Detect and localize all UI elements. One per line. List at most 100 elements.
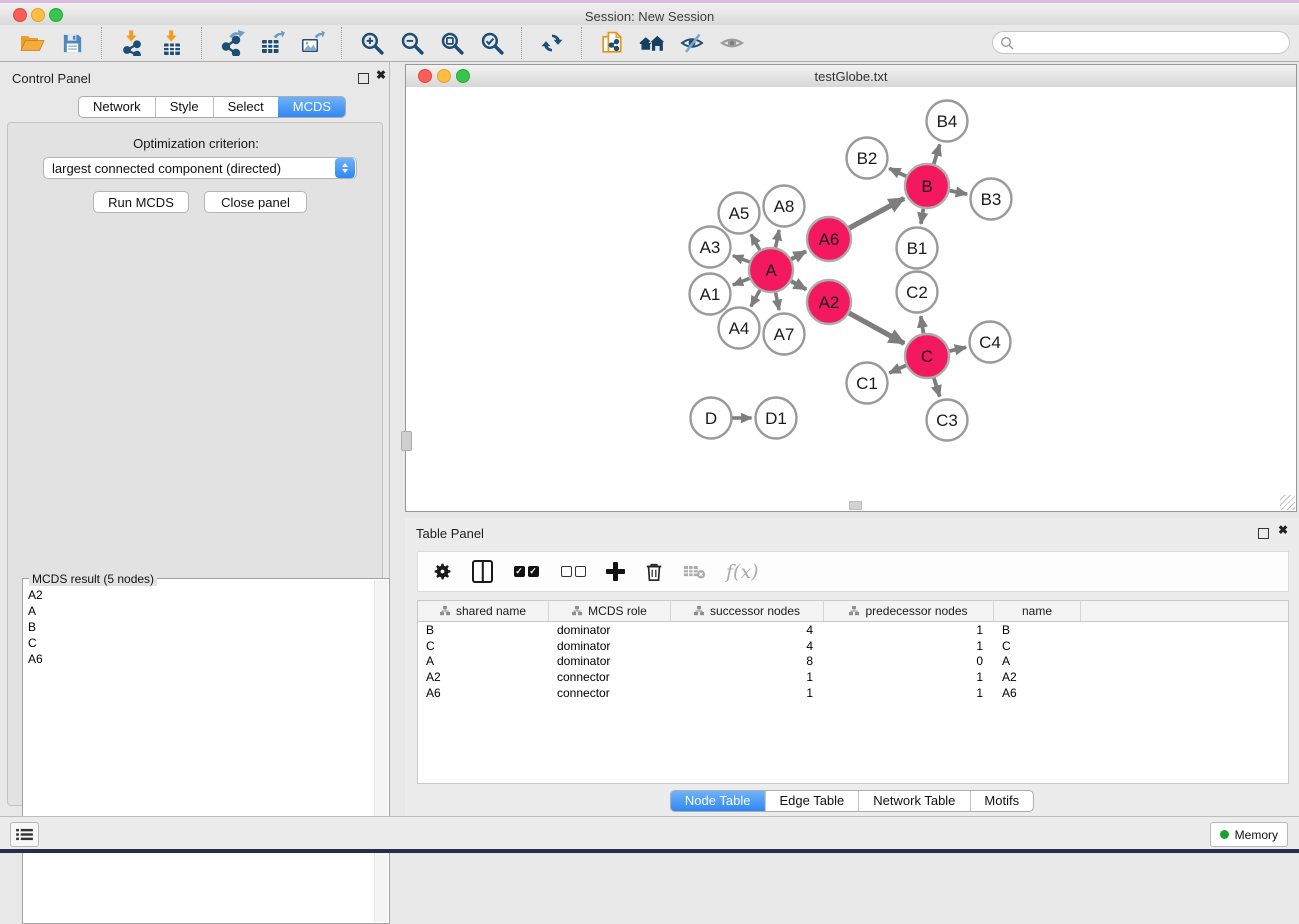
export-network-icon[interactable] <box>215 28 249 58</box>
home-icon[interactable] <box>635 28 669 58</box>
table-row[interactable]: Bdominator41B <box>418 622 1288 638</box>
tab-network-table[interactable]: Network Table <box>858 791 969 811</box>
table-row[interactable]: Adominator80A <box>418 653 1288 669</box>
import-table-icon[interactable] <box>155 28 189 58</box>
cell-mcds_role: dominator <box>549 639 671 653</box>
column-header-shared-name[interactable]: shared name <box>418 601 549 621</box>
zoom-selected-icon[interactable] <box>475 28 509 58</box>
mcds-result-list[interactable]: A2ABCA6 <box>25 587 373 921</box>
toolbar-separator <box>101 27 103 59</box>
tab-network[interactable]: Network <box>79 97 155 117</box>
export-image-icon[interactable] <box>295 28 329 58</box>
graph-node-D1[interactable]: D1 <box>756 398 797 439</box>
save-session-icon[interactable] <box>55 28 89 58</box>
open-session-icon[interactable] <box>15 28 49 58</box>
svg-text:D: D <box>705 409 717 428</box>
task-history-button[interactable] <box>10 822 39 847</box>
table-body[interactable]: Bdominator41BCdominator41CAdominator80AA… <box>418 622 1288 700</box>
close-table-panel-icon[interactable]: ✖ <box>1278 525 1288 536</box>
cell-mcds_role: connector <box>549 686 671 700</box>
close-panel-button[interactable]: Close panel <box>204 191 307 213</box>
tab-motifs[interactable]: Motifs <box>969 791 1033 811</box>
graph-node-A[interactable]: A <box>749 248 793 292</box>
import-network-icon[interactable] <box>115 28 149 58</box>
run-mcds-button[interactable]: Run MCDS <box>93 191 189 213</box>
show-columns-icon[interactable] <box>472 560 493 583</box>
search-input[interactable] <box>1014 34 1289 51</box>
show-panel-eye-icon[interactable] <box>715 28 749 58</box>
graph-node-A2[interactable]: A2 <box>807 280 851 324</box>
svg-text:B4: B4 <box>937 112 958 131</box>
mcds-result-item[interactable]: A6 <box>25 651 373 667</box>
graph-node-D[interactable]: D <box>691 398 732 439</box>
graph-node-B3[interactable]: B3 <box>971 179 1012 220</box>
graph-node-A4[interactable]: A4 <box>719 308 760 349</box>
graph-node-C[interactable]: C <box>905 334 949 378</box>
graph-node-C1[interactable]: C1 <box>847 363 888 404</box>
graph-node-A7[interactable]: A7 <box>764 314 805 355</box>
desktop-wallpaper-strip <box>0 849 1299 853</box>
mcds-result-item[interactable]: A2 <box>25 587 373 603</box>
graph-node-A3[interactable]: A3 <box>690 227 731 268</box>
mcds-result-scrollbar[interactable] <box>374 580 388 922</box>
deselect-all-icon[interactable] <box>559 566 587 577</box>
delete-row-trash-icon[interactable] <box>644 561 664 583</box>
node-table[interactable]: shared nameMCDS rolesuccessor nodesprede… <box>417 600 1289 784</box>
mcds-result-item[interactable]: C <box>25 635 373 651</box>
criterion-dropdown[interactable]: largest connected component (directed) <box>43 157 357 179</box>
zoom-in-icon[interactable] <box>355 28 389 58</box>
tab-mcds[interactable]: MCDS <box>278 97 345 117</box>
network-graph[interactable]: B4 B2 B B3 A5A8A6 A3 A B1 A1 A2 C2 A4A7 C4 C C1 D D1 C3 <box>406 87 1296 511</box>
graph-node-B1[interactable]: B1 <box>897 228 938 269</box>
table-row[interactable]: A2connector11A2 <box>418 669 1288 685</box>
tab-select[interactable]: Select <box>213 97 278 117</box>
graph-node-C3[interactable]: C3 <box>927 400 968 441</box>
table-panel: Table Panel ✖ ✓✓ f(x) shared nameMCDS ro… <box>405 518 1299 816</box>
column-header-successor-nodes[interactable]: successor nodes <box>671 601 824 621</box>
graph-node-C2[interactable]: C2 <box>897 272 938 313</box>
column-header-predecessor-nodes[interactable]: predecessor nodes <box>824 601 994 621</box>
graph-node-B2[interactable]: B2 <box>847 138 888 179</box>
zoom-fit-icon[interactable] <box>435 28 469 58</box>
graph-node-A6[interactable]: A6 <box>807 217 851 261</box>
table-row[interactable]: A6connector11A6 <box>418 685 1288 701</box>
network-vertical-scrollbar-thumb[interactable] <box>401 431 412 451</box>
network-horizontal-scrollbar-thumb[interactable] <box>849 501 862 510</box>
add-row-plus-icon[interactable] <box>606 562 625 581</box>
network-canvas[interactable]: B4 B2 B B3 A5A8A6 A3 A B1 A1 A2 C2 A4A7 C4 C C1 D D1 C3 <box>406 87 1296 511</box>
graph-node-C4[interactable]: C4 <box>970 322 1011 363</box>
tab-edge-table[interactable]: Edge Table <box>764 791 858 811</box>
select-all-icon[interactable]: ✓✓ <box>512 566 540 577</box>
graph-node-B4[interactable]: B4 <box>927 101 968 142</box>
graph-node-B[interactable]: B <box>905 164 949 208</box>
close-panel-icon[interactable]: ✖ <box>376 70 386 81</box>
float-panel-icon[interactable] <box>358 73 369 84</box>
control-panel-tabs: NetworkStyleSelectMCDS <box>78 96 346 118</box>
session-from-file-icon[interactable] <box>595 28 629 58</box>
mcds-result-item[interactable]: A <box>25 603 373 619</box>
float-table-panel-icon[interactable] <box>1258 528 1269 539</box>
export-table-icon[interactable] <box>255 28 289 58</box>
tab-node-table[interactable]: Node Table <box>671 791 765 811</box>
column-header-name[interactable]: name <box>994 601 1081 621</box>
table-header-row[interactable]: shared nameMCDS rolesuccessor nodesprede… <box>418 601 1288 622</box>
network-window-titlebar[interactable]: testGlobe.txt <box>406 65 1296 88</box>
refresh-icon[interactable] <box>535 28 569 58</box>
graph-node-A1[interactable]: A1 <box>690 274 731 315</box>
mcds-result-item[interactable]: B <box>25 619 373 635</box>
svg-text:C1: C1 <box>856 374 878 393</box>
cell-mcds_role: dominator <box>549 623 671 637</box>
mcds-panel: Optimization criterion: largest connecte… <box>7 122 383 806</box>
zoom-out-icon[interactable] <box>395 28 429 58</box>
tab-style[interactable]: Style <box>155 97 213 117</box>
table-settings-gear-icon[interactable] <box>432 561 453 582</box>
graph-node-A5[interactable]: A5 <box>719 193 760 234</box>
table-row[interactable]: Cdominator41C <box>418 638 1288 654</box>
memory-button[interactable]: Memory <box>1210 822 1288 847</box>
search-box[interactable] <box>992 31 1290 54</box>
svg-text:B3: B3 <box>981 190 1002 209</box>
hide-panel-eye-slash-icon[interactable] <box>675 28 709 58</box>
graph-node-A8[interactable]: A8 <box>764 186 805 227</box>
column-header-MCDS-role[interactable]: MCDS role <box>549 601 671 621</box>
network-resize-grip[interactable] <box>1280 495 1295 510</box>
